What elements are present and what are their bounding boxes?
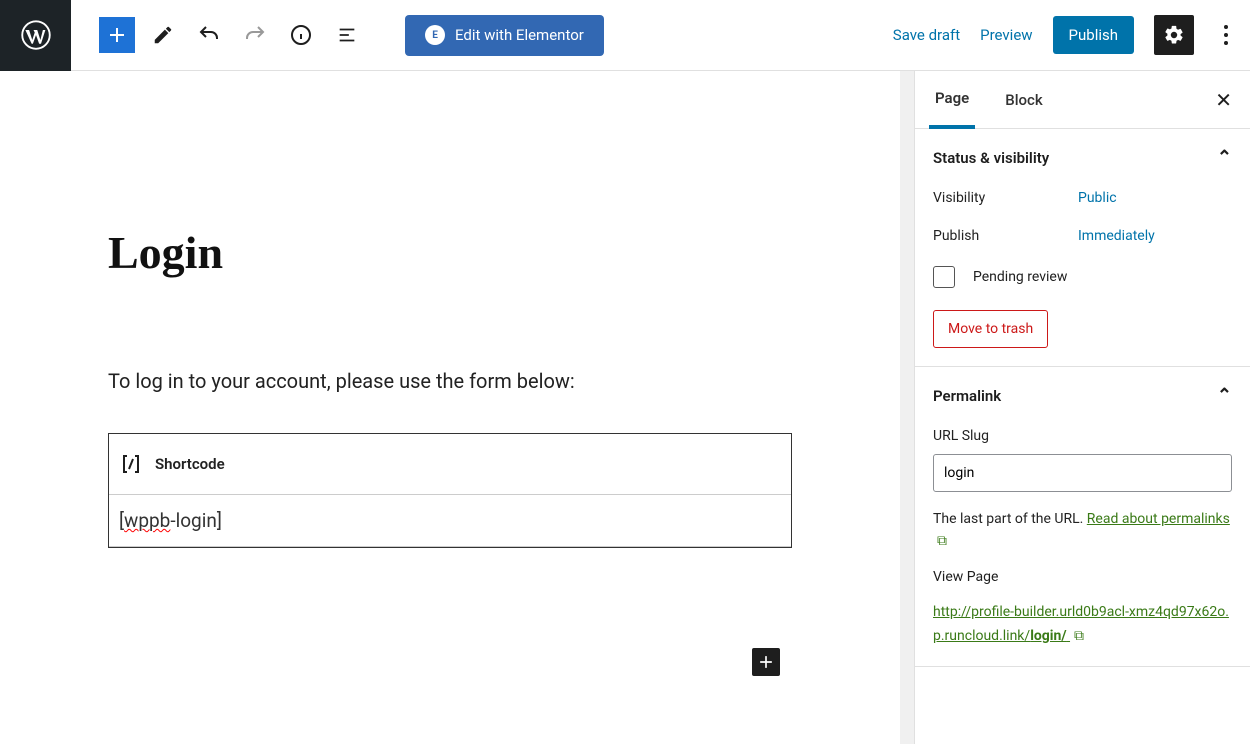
permalink-panel: Permalink ⌃ URL Slug The last part of th…	[915, 367, 1250, 667]
page-intro-text[interactable]: To log in to your account, please use th…	[108, 369, 792, 393]
toolbar-right: Save draft Preview Publish	[893, 15, 1250, 55]
url-slug-label: URL Slug	[933, 428, 1232, 444]
settings-button[interactable]	[1154, 15, 1194, 55]
main-area: Login To log in to your account, please …	[0, 71, 1250, 744]
permalink-url[interactable]: http://profile-builder.urld0b9acl-xmz4qd…	[933, 604, 1229, 644]
publish-value[interactable]: Immediately	[1078, 228, 1155, 244]
redo-icon[interactable]	[237, 17, 273, 53]
elementor-icon: E	[425, 25, 445, 45]
preview-button[interactable]: Preview	[980, 26, 1032, 44]
publish-label: Publish	[933, 228, 1078, 244]
visibility-label: Visibility	[933, 190, 1078, 206]
shortcode-icon	[119, 452, 143, 476]
close-sidebar-button[interactable]: ✕	[1215, 88, 1232, 112]
editor-scrollbar[interactable]	[900, 71, 914, 744]
add-block-inline-button[interactable]	[752, 648, 780, 676]
shortcode-block-label: Shortcode	[155, 455, 225, 473]
move-to-trash-button[interactable]: Move to trash	[933, 310, 1048, 348]
pending-review-checkbox[interactable]	[933, 266, 955, 288]
wordpress-logo[interactable]	[0, 0, 71, 71]
top-toolbar: E Edit with Elementor Save draft Preview…	[0, 0, 1250, 71]
outline-icon[interactable]	[329, 17, 365, 53]
publish-button[interactable]: Publish	[1053, 16, 1134, 54]
permalink-panel-toggle[interactable]: Permalink ⌃	[933, 385, 1232, 406]
page-title[interactable]: Login	[108, 226, 792, 279]
status-visibility-panel: Status & visibility ⌃ Visibility Public …	[915, 129, 1250, 367]
chevron-up-icon: ⌃	[1217, 385, 1232, 406]
undo-icon[interactable]	[191, 17, 227, 53]
add-block-button[interactable]	[99, 17, 135, 53]
pending-review-label: Pending review	[973, 269, 1067, 285]
status-panel-toggle[interactable]: Status & visibility ⌃	[933, 147, 1232, 168]
more-options-button[interactable]	[1214, 17, 1238, 53]
external-link-icon: ⧉	[1074, 625, 1084, 649]
tab-block[interactable]: Block	[999, 71, 1048, 129]
shortcode-block[interactable]: Shortcode [wppb-login]	[108, 433, 792, 548]
tab-page[interactable]: Page	[929, 71, 975, 129]
edit-elementor-button[interactable]: E Edit with Elementor	[405, 15, 604, 56]
chevron-up-icon: ⌃	[1217, 147, 1232, 168]
external-link-icon: ⧉	[937, 530, 947, 552]
toolbar-left: E Edit with Elementor	[71, 15, 604, 56]
slug-help-text: The last part of the URL. Read about per…	[933, 508, 1232, 553]
editor-canvas[interactable]: Login To log in to your account, please …	[0, 71, 900, 744]
url-slug-input[interactable]	[933, 454, 1232, 492]
save-draft-button[interactable]: Save draft	[893, 26, 960, 44]
edit-icon[interactable]	[145, 17, 181, 53]
shortcode-block-header: Shortcode	[109, 434, 791, 495]
elementor-label: Edit with Elementor	[455, 26, 584, 44]
sidebar-tabs: Page Block ✕	[915, 71, 1250, 129]
shortcode-input[interactable]: [wppb-login]	[109, 495, 791, 547]
view-page-label: View Page	[933, 569, 1232, 585]
visibility-value[interactable]: Public	[1078, 190, 1117, 206]
settings-sidebar: Page Block ✕ Status & visibility ⌃ Visib…	[914, 71, 1250, 744]
info-icon[interactable]	[283, 17, 319, 53]
